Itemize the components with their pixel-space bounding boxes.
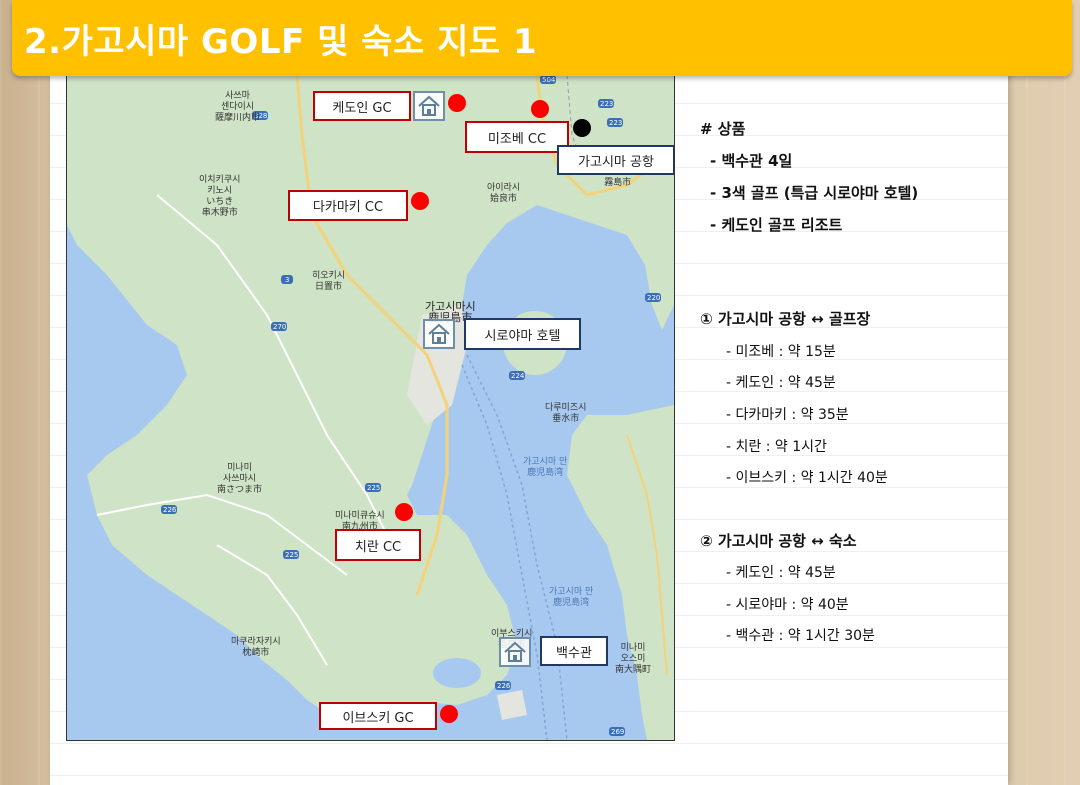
- golf-marker-mizobe[interactable]: [531, 100, 549, 118]
- road-shield: 226: [495, 681, 511, 690]
- road-shield: 223: [598, 99, 614, 108]
- road-number: 223: [609, 119, 622, 127]
- airport-golf-item: - 치란 : 약 1시간: [726, 439, 827, 455]
- airport-golf-heading: ① 가고시마 공항 ↔ 골프장: [700, 310, 871, 328]
- road-shield: 226: [161, 505, 177, 514]
- house-icon[interactable]: [423, 319, 455, 349]
- label-takamaki-cc[interactable]: 다카마키 CC: [288, 190, 408, 221]
- map-view[interactable]: 328 504 223 223 3 270 220 224 226 225 22…: [66, 74, 675, 741]
- label-shiroyama-hotel[interactable]: 시로야마 호텔: [464, 318, 581, 350]
- place-minamisatsuma: 미나미 사쓰마시 南さつま市: [217, 463, 263, 495]
- airport-golf-item: - 케도인 : 약 45분: [726, 375, 836, 391]
- place-ichikikushikino: 이치키쿠시 키노시 いちき 串木野市: [199, 175, 241, 218]
- golf-marker-ibusuki[interactable]: [440, 705, 458, 723]
- label-ibusuki-gc[interactable]: 이브스키 GC: [319, 702, 437, 730]
- road-shield: 225: [365, 483, 381, 492]
- road-number: 224: [511, 372, 525, 380]
- road-shield: 223: [607, 118, 623, 127]
- airport-golf-item: - 미조베 : 약 15분: [726, 344, 836, 360]
- road-number: 225: [285, 551, 298, 559]
- road-number: 270: [273, 323, 286, 331]
- airport-golf-item: - 이브스키 : 약 1시간 40분: [726, 470, 888, 486]
- lake-ikeda: [433, 658, 481, 688]
- road-shield: 269: [609, 727, 625, 736]
- road-number: 504: [542, 76, 556, 84]
- label-chiran-cc[interactable]: 치란 CC: [335, 529, 421, 561]
- airport-golf-item: - 다카마키 : 약 35분: [726, 407, 849, 423]
- golf-marker-takamaki[interactable]: [411, 192, 429, 210]
- road-number: 3: [285, 276, 289, 284]
- product-item: - 백수관 4일: [710, 152, 793, 170]
- airport-hotel-item: - 백수관 : 약 1시간 30분: [726, 628, 875, 644]
- place-hioki: 히오키시 日置市: [312, 271, 346, 292]
- product-heading: # 상품: [700, 120, 746, 138]
- place-aira: 아이라시 姶良市: [487, 183, 521, 204]
- road-number: 269: [611, 728, 624, 736]
- airport-marker[interactable]: [573, 119, 591, 137]
- road-shield: 3: [281, 275, 293, 284]
- label-kedoin-gc[interactable]: 케도인 GC: [313, 91, 411, 121]
- label-airport[interactable]: 가고시마 공항: [557, 145, 674, 175]
- label-mizobe-cc[interactable]: 미조베 CC: [465, 121, 569, 153]
- road-number: 226: [163, 506, 177, 514]
- road-number: 223: [600, 100, 613, 108]
- title-banner: 2.가고시마 GOLF 및 숙소 지도 1: [12, 0, 1072, 76]
- product-item: - 3색 골프 (특급 시로야마 호텔): [710, 184, 919, 202]
- page-title: 2.가고시마 GOLF 및 숙소 지도 1: [24, 22, 538, 62]
- road-number: 226: [497, 682, 511, 690]
- airport-hotel-heading: ② 가고시마 공항 ↔ 숙소: [700, 532, 857, 550]
- place-bay-south: 가고시마 만 鹿児島湾: [549, 587, 594, 608]
- road-shield: 270: [271, 322, 287, 331]
- place-bay-north: 가고시마 만 鹿児島湾: [523, 457, 568, 478]
- label-baeksugwan[interactable]: 백수관: [540, 636, 608, 666]
- airport-hotel-item: - 시로야마 : 약 40분: [726, 597, 849, 613]
- golf-marker-chiran[interactable]: [395, 503, 413, 521]
- product-item: - 케도인 골프 리조트: [710, 216, 843, 234]
- road-shield: 225: [283, 550, 299, 559]
- road-shield: 220: [645, 293, 661, 302]
- house-icon[interactable]: [499, 637, 531, 667]
- airport-hotel-item: - 케도인 : 약 45분: [726, 565, 836, 581]
- road-number: 225: [367, 484, 380, 492]
- house-icon[interactable]: [413, 91, 445, 121]
- road-shield: 504: [540, 75, 556, 84]
- place-satsumasendai: 사쓰마 센다이시 薩摩川内市: [215, 91, 261, 123]
- road-number: 220: [647, 294, 660, 302]
- place-makurazaki: 마쿠라자키시 枕崎市: [231, 637, 281, 658]
- place-tarumizu: 다루미즈시 垂水市: [545, 403, 587, 424]
- road-shield: 224: [509, 371, 525, 380]
- golf-marker-kedoin[interactable]: [448, 94, 466, 112]
- place-minamiosumi: 미나미 오스미 南大隅町: [615, 643, 652, 675]
